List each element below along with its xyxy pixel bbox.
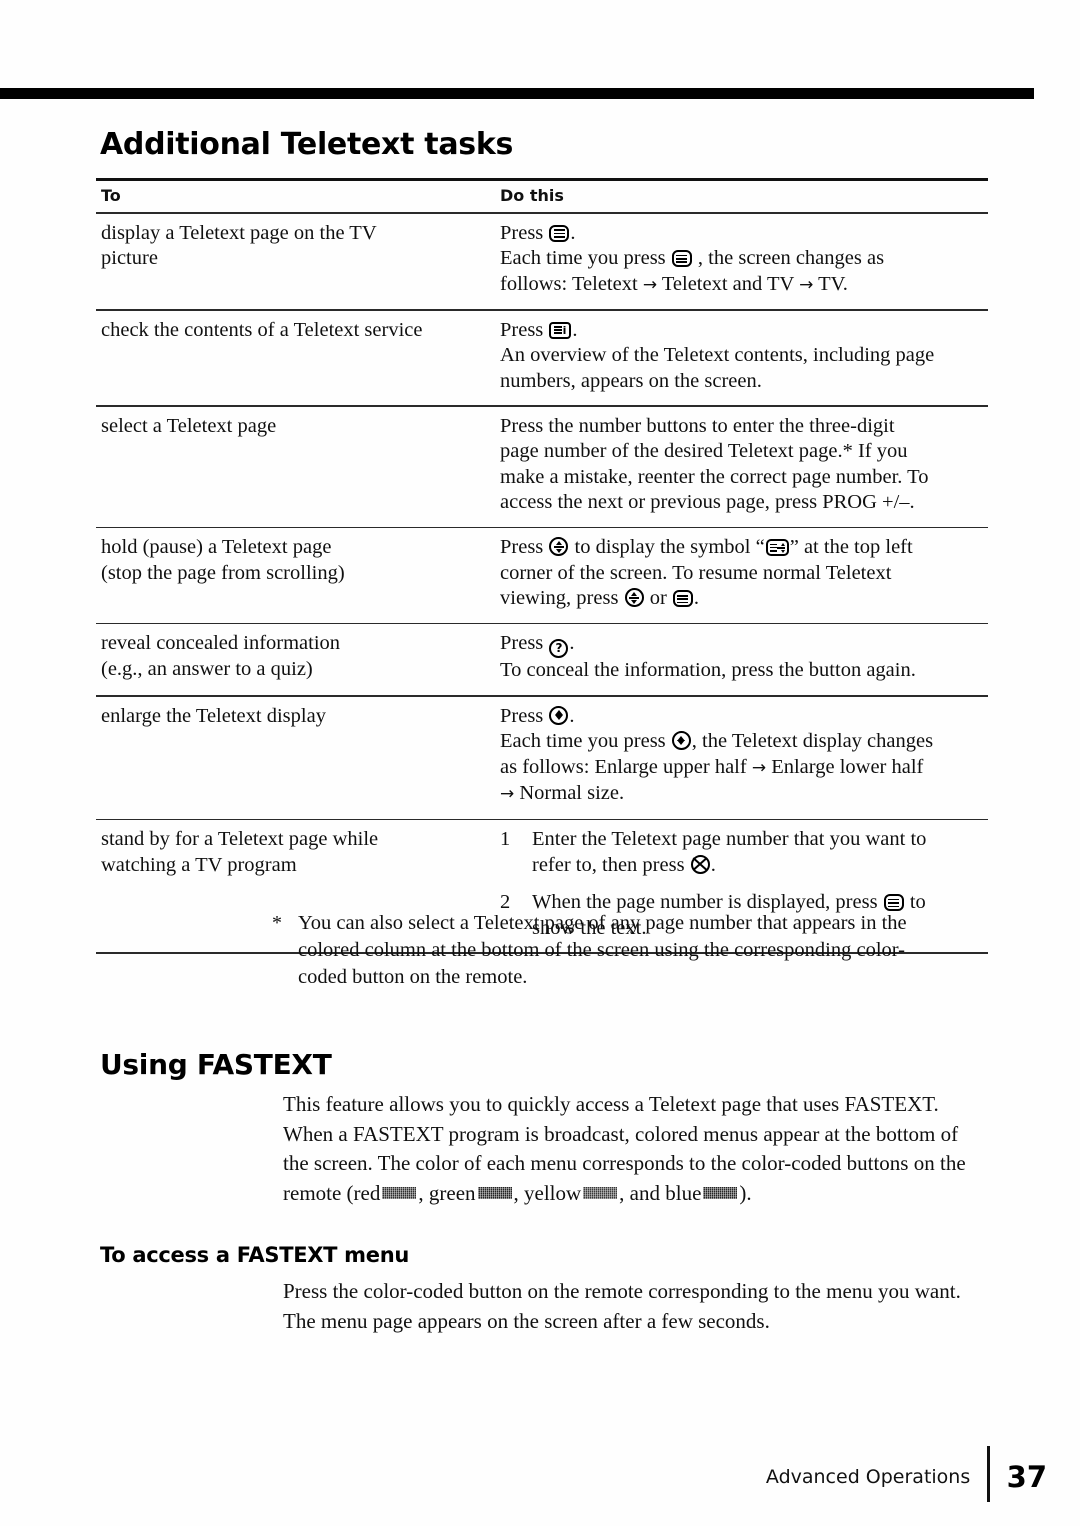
text-line: Press ?. xyxy=(500,631,986,659)
text-line: Press to display the symbol “” at the to… xyxy=(500,536,913,559)
table-header-row: To Do this xyxy=(96,181,988,212)
hold-symbol-icon xyxy=(765,539,789,557)
section-heading-access-fastext-menu: To access a FASTEXT menu xyxy=(100,1243,410,1267)
footer-section-label: Advanced Operations xyxy=(765,1466,971,1488)
step-number: 1 xyxy=(500,828,511,851)
text-line: Each time you press , the Teletext displ… xyxy=(500,730,934,753)
table-row: hold (pause) a Teletext page (stop the p… xyxy=(96,528,988,623)
text-line: select a Teletext page xyxy=(101,414,277,437)
enlarge-icon xyxy=(671,731,691,751)
footnote-text: You can also select a Teletext page of a… xyxy=(298,910,907,991)
text-line: You can also select a Teletext page of a… xyxy=(298,912,907,934)
text-line: refer to, then press . xyxy=(532,853,716,876)
table-cell-to: display a Teletext page on the TV pictur… xyxy=(96,214,500,283)
text-line: Press . xyxy=(500,704,575,727)
text-line: reveal concealed information xyxy=(101,632,341,655)
color-swatch-blue xyxy=(703,1186,738,1199)
table-row: enlarge the Teletext display Press . Eac… xyxy=(96,697,988,819)
text-line: follows: Teletext → Teletext and TV → TV… xyxy=(500,272,848,295)
arrow-icon: → xyxy=(799,274,814,295)
teletext-tasks-table: To Do this display a Teletext page on th… xyxy=(96,178,988,954)
text-line: → Normal size. xyxy=(500,782,625,805)
footnote: * You can also select a Teletext page of… xyxy=(272,910,988,991)
footnote-marker: * xyxy=(272,912,282,934)
table-cell-do: Press ?. To conceal the information, pre… xyxy=(500,624,988,695)
text-line: An overview of the Teletext contents, in… xyxy=(500,344,935,367)
table-cell-to: stand by for a Teletext page while watch… xyxy=(96,820,500,889)
text-line: Press the number buttons to enter the th… xyxy=(500,414,895,437)
table-row: check the contents of a Teletext service… xyxy=(96,311,988,406)
paragraph-text: ). xyxy=(739,1180,752,1205)
text-line: coded button on the remote. xyxy=(298,966,528,988)
enlarge-icon xyxy=(549,705,569,725)
text-line: Press . xyxy=(500,221,576,244)
text-line: make a mistake, reenter the correct page… xyxy=(500,465,929,488)
document-page: Additional Teletext tasks To Do this dis… xyxy=(0,0,1080,1526)
reveal-icon: ? xyxy=(549,639,569,659)
hold-icon xyxy=(549,537,569,557)
color-swatch-green xyxy=(477,1186,512,1199)
table-cell-to: check the contents of a Teletext service xyxy=(96,311,500,355)
arrow-icon: → xyxy=(751,757,767,778)
step-item: 1 Enter the Teletext page number that yo… xyxy=(500,827,986,878)
table-cell-do: Press the number buttons to enter the th… xyxy=(500,407,988,527)
paragraph-text: , yellow xyxy=(513,1180,582,1205)
text-line: watching a TV program xyxy=(101,853,297,876)
page-title: Additional Teletext tasks xyxy=(100,127,514,162)
text-line: page number of the desired Teletext page… xyxy=(500,440,908,463)
text-line: as follows: Enlarge upper half → Enlarge… xyxy=(500,755,924,778)
text-line: numbers, appears on the screen. xyxy=(500,369,762,392)
top-rule xyxy=(0,88,1034,99)
text-line: corner of the screen. To resume normal T… xyxy=(500,561,892,584)
standby-icon xyxy=(690,854,710,874)
text-line: picture xyxy=(101,247,158,270)
paragraph-text: , and blue xyxy=(619,1180,702,1205)
table-cell-do: Press . Each time you press , the screen… xyxy=(500,214,988,310)
text-line: check the contents of a Teletext service xyxy=(101,318,423,341)
table-cell-to: hold (pause) a Teletext page (stop the p… xyxy=(96,528,500,597)
text-line: hold (pause) a Teletext page xyxy=(101,536,332,559)
text-line: (stop the page from scrolling) xyxy=(101,561,345,584)
fastext-menu-paragraph: Press the color-coded button on the remo… xyxy=(283,1279,961,1333)
page-number: 37 xyxy=(1006,1460,1047,1494)
table-cell-do: Press to display the symbol “” at the to… xyxy=(500,528,988,623)
arrow-icon: → xyxy=(642,274,658,295)
table-row: display a Teletext page on the TV pictur… xyxy=(96,214,988,310)
color-swatch-red xyxy=(382,1186,417,1199)
teletext-info-icon: i xyxy=(549,321,572,339)
teletext-icon xyxy=(671,250,692,268)
table-cell-do: Press i. An overview of the Teletext con… xyxy=(500,311,988,406)
teletext-icon xyxy=(672,590,693,608)
paragraph-text: , green xyxy=(418,1180,476,1205)
teletext-icon xyxy=(883,894,904,912)
teletext-icon xyxy=(549,224,570,242)
page-footer: Advanced Operations 37 xyxy=(765,1446,1047,1502)
hold-icon xyxy=(624,588,644,608)
text-line: Enter the Teletext page number that you … xyxy=(532,828,927,851)
table-header-do: Do this xyxy=(500,186,564,205)
section-heading-using-fastext: Using FASTEXT xyxy=(100,1048,332,1081)
table-row: reveal concealed information (e.g., an a… xyxy=(96,624,988,695)
text-line: viewing, press or . xyxy=(500,587,700,610)
table-cell-to: enlarge the Teletext display xyxy=(96,697,500,741)
text-line: display a Teletext page on the TV xyxy=(101,221,377,244)
step-text: Enter the Teletext page number that you … xyxy=(532,827,926,878)
text-line: To conceal the information, press the bu… xyxy=(500,659,916,682)
table-header-to: To xyxy=(101,186,121,205)
text-line: Press i. xyxy=(500,318,578,341)
text-line: access the next or previous page, press … xyxy=(500,491,915,514)
text-line: enlarge the Teletext display xyxy=(101,704,326,727)
table-row: select a Teletext page Press the number … xyxy=(96,407,988,527)
table-cell-do: Press . Each time you press , the Telete… xyxy=(500,697,988,819)
text-line: Each time you press , the screen changes… xyxy=(500,247,885,270)
table-cell-to: reveal concealed information (e.g., an a… xyxy=(96,624,500,693)
table-cell-to: select a Teletext page xyxy=(96,407,500,451)
color-swatch-yellow xyxy=(583,1186,618,1199)
arrow-icon: → xyxy=(500,784,515,805)
text-line: colored column at the bottom of the scre… xyxy=(298,939,906,961)
fastext-paragraph: This feature allows you to quickly acces… xyxy=(283,1090,988,1208)
text-line: (e.g., an answer to a quiz) xyxy=(101,657,313,680)
text-line: stand by for a Teletext page while xyxy=(101,828,379,851)
